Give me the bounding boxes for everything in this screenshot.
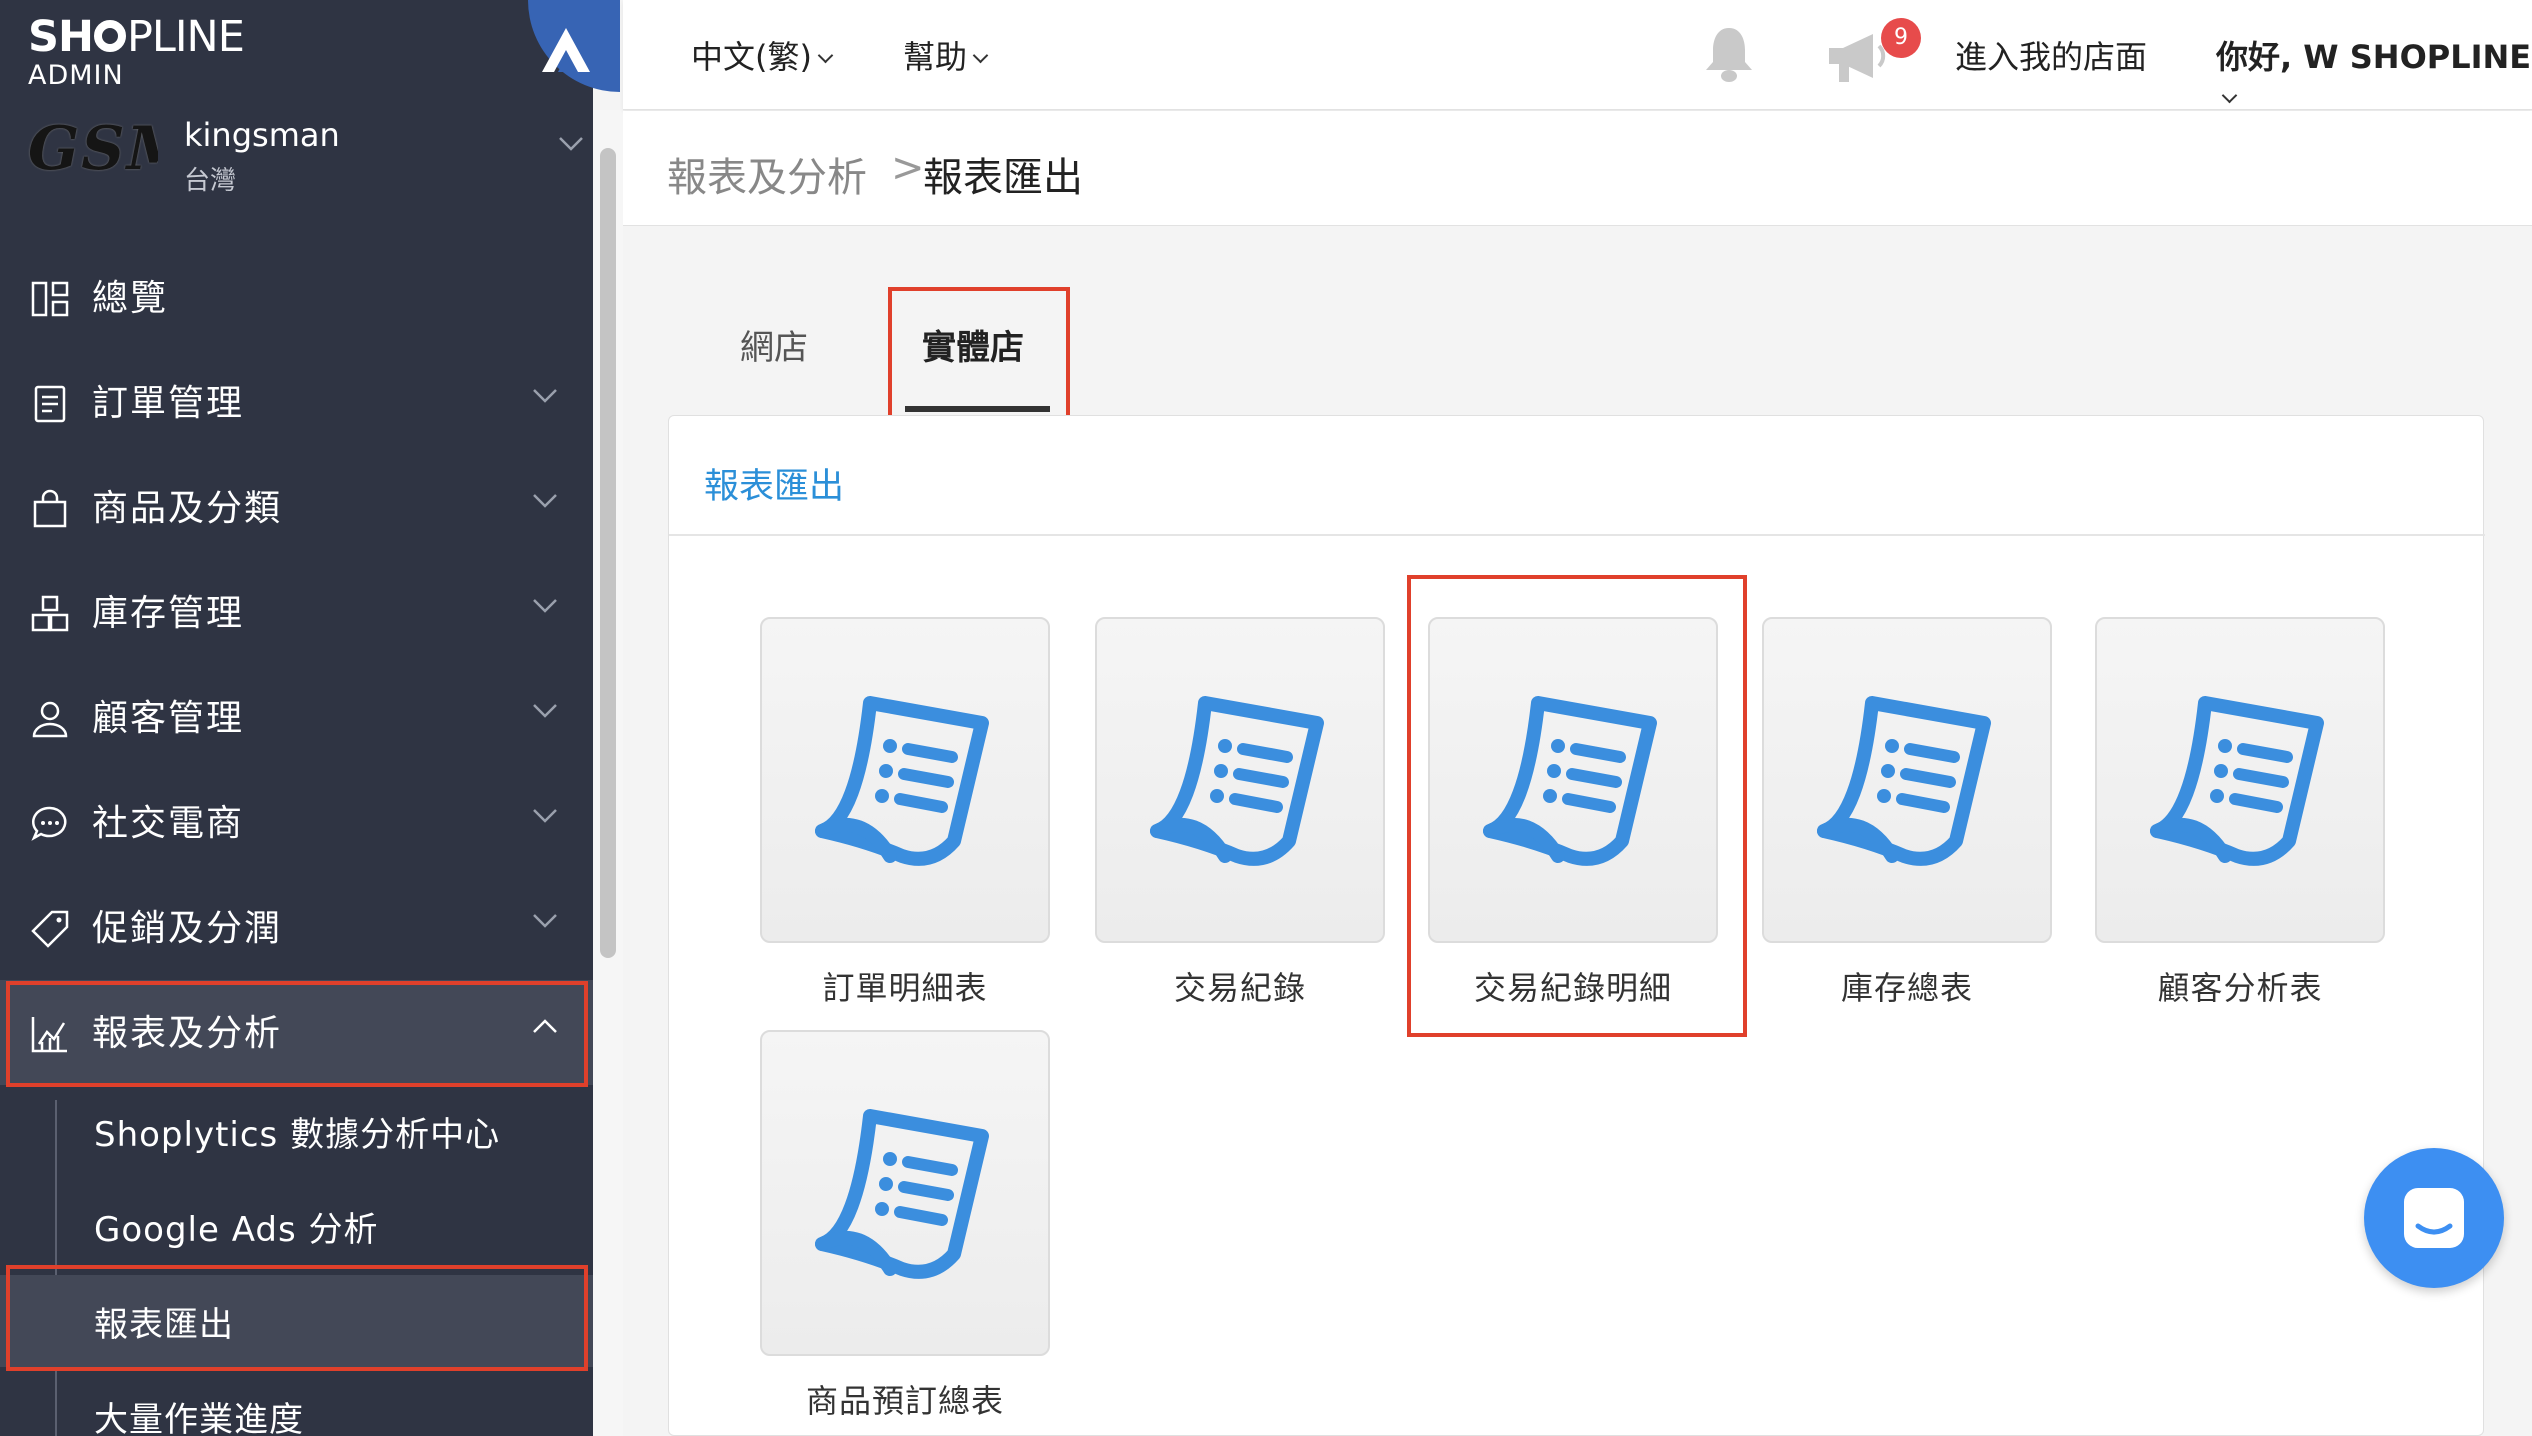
breadcrumb: 報表及分析 > 報表匯出 <box>623 111 2532 226</box>
top-bar: 中文(繁) 幫助 9 進入我的店面 你好, W SHOPLINE <box>623 0 2532 110</box>
sidebar-item-label: 商品及分類 <box>92 488 283 529</box>
report-tile-label: 商品預訂總表 <box>805 1382 1004 1420</box>
store-logo: GSM <box>28 114 158 184</box>
sidebar-item-label: 總覽 <box>92 278 169 319</box>
sidebar-subitem-google-ads[interactable]: Google Ads 分析 <box>0 1180 593 1272</box>
enter-store-link[interactable]: 進入我的店面 <box>1955 32 2147 78</box>
report-tile-box[interactable] <box>1095 617 1385 943</box>
chevron-down-icon <box>533 704 557 718</box>
tab-retail-store[interactable]: 實體店 <box>922 320 1024 369</box>
sidebar-subitem-label: 大量作業進度 <box>94 1400 304 1436</box>
sidebar-subitem-report-export[interactable]: 報表匯出 <box>0 1275 593 1367</box>
sidebar-subitem-label: Google Ads 分析 <box>94 1210 379 1250</box>
document-list-icon <box>815 696 989 866</box>
sidebar-item-inventory[interactable]: 庫存管理 <box>0 560 593 665</box>
report-tile-box[interactable] <box>760 1030 1050 1356</box>
language-selector[interactable]: 中文(繁) <box>691 32 834 78</box>
sidebar-item-orders[interactable]: 訂單管理 <box>0 350 593 455</box>
order-list-icon <box>34 385 66 423</box>
sidebar-subitem-bulk-progress[interactable]: 大量作業進度 <box>0 1370 593 1436</box>
active-tab-indicator <box>905 406 1050 412</box>
breadcrumb-parent[interactable]: 報表及分析 <box>667 145 867 203</box>
report-tile-label: 訂單明細表 <box>822 969 988 1007</box>
inventory-icon <box>31 595 69 632</box>
sidebar-scrollbar-thumb[interactable] <box>600 148 616 958</box>
notification-badge: 9 <box>1881 18 1921 58</box>
report-tile-box[interactable] <box>2095 617 2385 943</box>
report-tile-order-details[interactable]: 訂單明細表 <box>760 617 1050 1009</box>
chevron-down-icon <box>533 599 557 613</box>
breadcrumb-current: 報表匯出 <box>923 155 1083 201</box>
bell-icon[interactable] <box>1701 24 1757 84</box>
store-name: kingsman <box>184 116 340 154</box>
sidebar-subitem-label: 報表匯出 <box>94 1305 234 1345</box>
report-tile-label: 交易紀錄 <box>1173 969 1306 1007</box>
sidebar-item-promotions[interactable]: 促銷及分潤 <box>0 875 593 980</box>
sidebar-item-reports[interactable]: 報表及分析 <box>0 980 593 1085</box>
sidebar-item-label: 訂單管理 <box>92 383 245 424</box>
chevron-up-icon <box>533 1019 557 1033</box>
shopping-bag-icon <box>33 489 67 528</box>
report-tile-inventory-summary[interactable]: 庫存總表 <box>1762 617 2052 1009</box>
report-tile-transaction-details[interactable]: 交易紀錄明細 <box>1428 617 1718 1009</box>
user-menu[interactable]: 你好, W SHOPLINE <box>2216 32 2532 116</box>
report-tile-label: 庫存總表 <box>1840 969 1973 1007</box>
sidebar-item-label: 顧客管理 <box>92 698 245 739</box>
card-divider <box>669 534 2485 536</box>
document-list-icon <box>1483 696 1657 866</box>
chat-icon <box>2404 1188 2464 1248</box>
brand-logo[interactable]: SH PLINE ADMIN <box>28 12 245 91</box>
dashboard-icon <box>31 281 69 317</box>
card-title: 報表匯出 <box>704 467 845 507</box>
report-tile-preorder-summary[interactable]: 商品預訂總表 <box>760 1030 1050 1422</box>
chevron-down-icon <box>533 809 557 823</box>
sidebar-item-customers[interactable]: 顧客管理 <box>0 665 593 770</box>
sidebar-scrollbar-track[interactable] <box>593 110 623 1436</box>
chevron-down-icon <box>533 494 557 508</box>
report-tile-customer-analysis[interactable]: 顧客分析表 <box>2095 617 2385 1009</box>
chart-icon <box>31 1017 67 1053</box>
report-tile-box[interactable] <box>1428 617 1718 943</box>
report-tile-box[interactable] <box>1762 617 2052 943</box>
store-region: 台灣 <box>184 166 237 196</box>
sidebar-item-social-commerce[interactable]: 社交電商 <box>0 770 593 875</box>
report-tile-transactions[interactable]: 交易紀錄 <box>1095 617 1385 1009</box>
report-tile-box[interactable] <box>760 617 1050 943</box>
sidebar-item-label: 社交電商 <box>92 803 245 844</box>
chevron-down-icon <box>533 914 557 928</box>
megaphone-icon[interactable] <box>1825 30 1889 86</box>
sidebar-item-overview[interactable]: 總覽 <box>0 245 593 350</box>
sidebar-item-products[interactable]: 商品及分類 <box>0 455 593 560</box>
sidebar: SHPLINE ADMIN GSM kingsman 台灣 總覽 訂單管理 商品… <box>0 0 593 1436</box>
app-logo-icon <box>542 28 590 72</box>
admin-label: ADMIN <box>28 60 124 91</box>
tag-icon <box>31 910 69 948</box>
chat-launcher-button[interactable] <box>2364 1148 2504 1288</box>
chevron-down-icon <box>559 137 583 151</box>
document-list-icon <box>1150 696 1324 866</box>
document-list-icon <box>1817 696 1991 866</box>
shopline-logo: SH PLINE <box>28 12 245 62</box>
sidebar-subitem-shoplytics[interactable]: Shoplytics 數據分析中心 <box>0 1085 593 1177</box>
help-menu[interactable]: 幫助 <box>903 32 989 78</box>
tab-online-store[interactable]: 網店 <box>740 320 808 369</box>
breadcrumb-separator: > <box>891 145 925 191</box>
report-tile-label: 顧客分析表 <box>2157 969 2323 1007</box>
report-tile-label: 交易紀錄明細 <box>1473 969 1672 1007</box>
user-icon <box>32 701 68 738</box>
sidebar-item-label: 庫存管理 <box>92 593 245 634</box>
chat-bubble-icon <box>31 806 67 841</box>
chevron-down-icon <box>533 389 557 403</box>
sidebar-subitem-label: Shoplytics 數據分析中心 <box>94 1115 501 1155</box>
sidebar-item-label: 促銷及分潤 <box>92 908 283 949</box>
document-list-icon <box>2150 696 2324 866</box>
sidebar-item-label: 報表及分析 <box>92 1013 283 1054</box>
document-list-icon <box>815 1109 989 1279</box>
store-switcher[interactable]: GSM kingsman 台灣 <box>0 100 593 210</box>
